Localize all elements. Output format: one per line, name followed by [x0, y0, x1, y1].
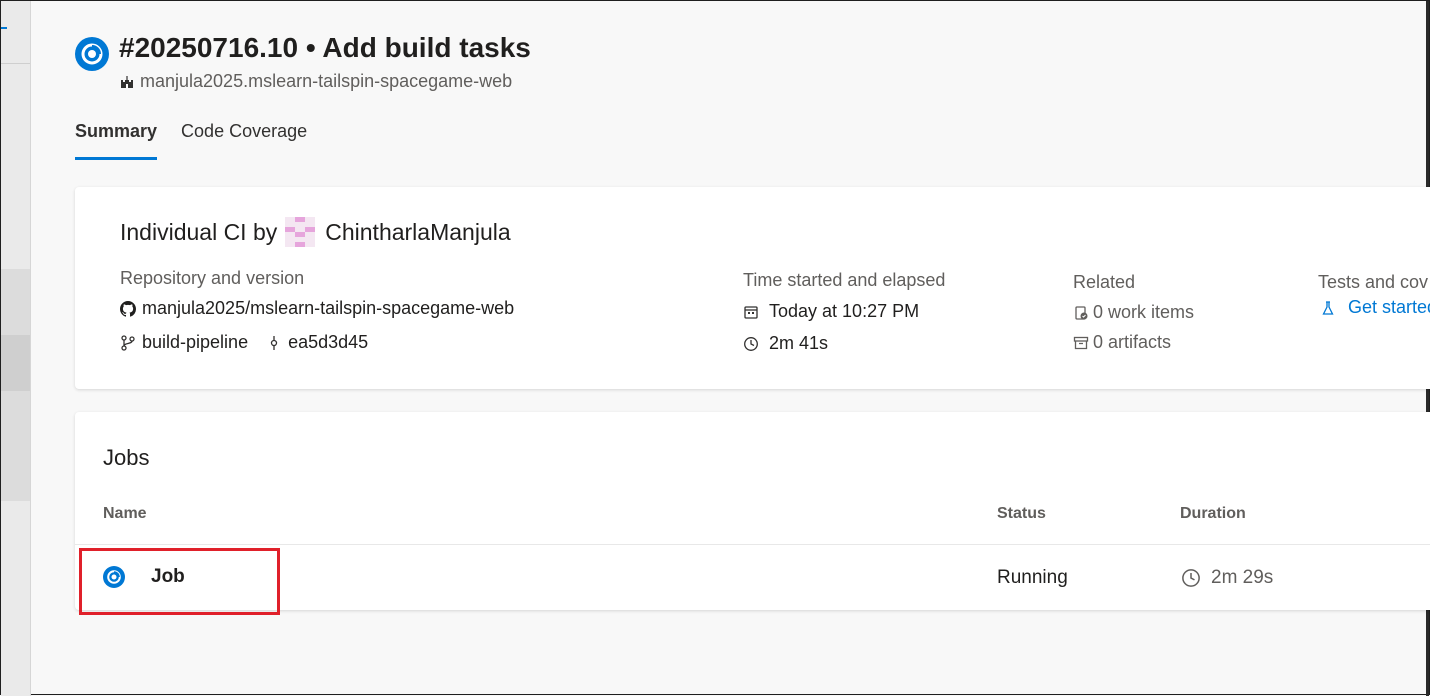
- repository-link[interactable]: manjula2025/mslearn-tailspin-spacegame-w…: [142, 298, 514, 319]
- running-status-icon: [75, 37, 109, 71]
- avatar[interactable]: [285, 217, 316, 247]
- branch-icon: [121, 334, 135, 351]
- flask-icon: [1322, 300, 1334, 315]
- elapsed-time: 2m 41s: [769, 333, 829, 353]
- job-status: Running: [997, 567, 1068, 588]
- branch-link[interactable]: build-pipeline: [142, 332, 248, 353]
- nav-item[interactable]: [1, 269, 30, 335]
- clock-icon: [744, 336, 758, 351]
- work-item-icon: [1075, 305, 1088, 320]
- project-name[interactable]: manjula2025.mslearn-tailspin-spacegame-w…: [140, 71, 512, 92]
- time-label: Time started and elapsed: [743, 270, 946, 290]
- job-duration: 2m 29s: [1181, 567, 1273, 589]
- castle-icon: [121, 75, 133, 88]
- tab-summary[interactable]: Summary: [75, 121, 158, 160]
- started-time: Today at 10:27 PM: [769, 301, 920, 321]
- jobs-title: Jobs: [103, 445, 150, 470]
- clock-icon: [1182, 569, 1200, 587]
- related-label: Related: [1073, 272, 1136, 292]
- artifact-icon: [1073, 336, 1089, 349]
- artifacts-link[interactable]: 0 artifacts: [1093, 332, 1171, 353]
- left-navigation-rail: [1, 1, 31, 696]
- tab-bar: Summary Code Coverage: [75, 121, 307, 160]
- version-row: build-pipeline ea5d3d45: [120, 332, 368, 353]
- tests-row: Get started: [1320, 297, 1430, 318]
- summary-card: Individual CI by ChintharlaManjula Repos…: [75, 187, 1430, 389]
- column-header-name: Name: [103, 505, 147, 522]
- page-title: #20250716.10 • Add build tasks: [119, 32, 531, 63]
- tab-code-coverage[interactable]: Code Coverage: [181, 121, 307, 160]
- commit-link[interactable]: ea5d3d45: [288, 332, 368, 353]
- repository-label: Repository and version: [120, 268, 305, 288]
- calendar-icon: [744, 305, 758, 319]
- work-items-row: 0 work items: [1073, 302, 1194, 323]
- tests-label: Tests and cov: [1318, 272, 1429, 292]
- nav-divider: [1, 63, 30, 64]
- get-started-link[interactable]: Get started: [1348, 297, 1430, 318]
- artifacts-row: 0 artifacts: [1073, 332, 1171, 353]
- work-items-link[interactable]: 0 work items: [1093, 302, 1194, 323]
- started-row: Today at 10:27 PM: [743, 301, 919, 322]
- user-name[interactable]: ChintharlaManjula: [325, 219, 510, 246]
- trigger-label: Individual CI by: [120, 218, 278, 245]
- nav-selection-marker: [1, 27, 7, 29]
- column-header-duration: Duration: [1180, 505, 1246, 522]
- trigger-line: Individual CI by ChintharlaManjula: [120, 217, 511, 247]
- github-icon: [120, 300, 136, 317]
- column-header-status: Status: [997, 505, 1046, 522]
- nav-item[interactable]: [1, 391, 30, 501]
- highlight-box: [79, 548, 280, 615]
- elapsed-row: 2m 41s: [743, 333, 828, 354]
- commit-icon: [270, 335, 278, 350]
- repository-row: manjula2025/mslearn-tailspin-spacegame-w…: [120, 298, 514, 319]
- job-duration-value: 2m 29s: [1211, 567, 1274, 588]
- nav-item-selected[interactable]: [1, 335, 30, 391]
- project-line: manjula2025.mslearn-tailspin-spacegame-w…: [119, 71, 512, 92]
